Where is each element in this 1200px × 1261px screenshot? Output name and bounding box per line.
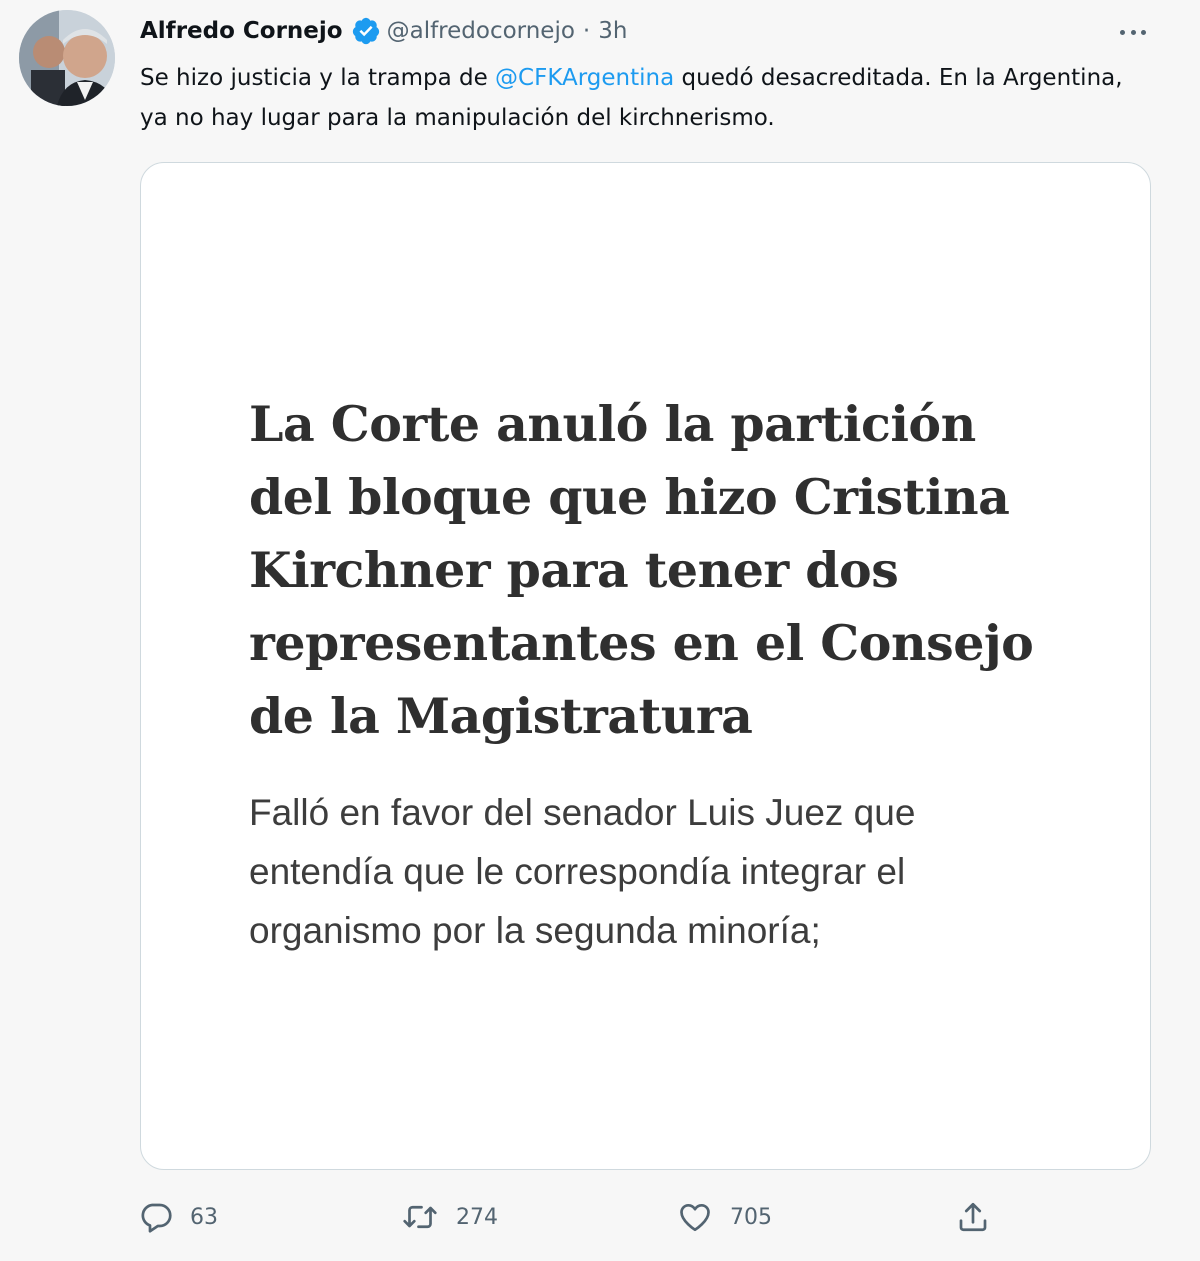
- share-button[interactable]: [955, 1195, 991, 1239]
- like-count: 705: [730, 1204, 772, 1230]
- more-options-icon[interactable]: [1114, 18, 1152, 46]
- share-icon: [959, 1202, 987, 1232]
- tweet-time[interactable]: 3h: [598, 18, 627, 44]
- retweet-button[interactable]: 274: [400, 1195, 498, 1239]
- tweet-text: Se hizo justicia y la trampa de @CFKArge…: [140, 58, 1150, 138]
- link-card[interactable]: La Corte anuló la partición del bloque q…: [140, 162, 1151, 1170]
- display-name[interactable]: Alfredo Cornejo: [140, 18, 343, 44]
- card-summary: Falló en favor del senador Luis Juez que…: [249, 792, 916, 951]
- reply-icon: [141, 1203, 172, 1233]
- tweet: Alfredo Cornejo @alfredocornejo · 3h Se …: [0, 0, 1200, 1261]
- action-bar: 63 274 705: [138, 1195, 998, 1239]
- retweet-count: 274: [456, 1204, 498, 1230]
- reply-count: 63: [190, 1204, 218, 1230]
- verified-badge-icon: [352, 17, 379, 45]
- card-headline: La Corte anuló la partición del bloque q…: [249, 395, 1034, 745]
- heart-icon: [680, 1203, 710, 1232]
- reply-button[interactable]: 63: [138, 1195, 218, 1239]
- author-handle[interactable]: @alfredocornejo: [387, 18, 575, 44]
- retweet-icon: [403, 1205, 437, 1229]
- tweet-text-part: Se hizo justicia y la trampa de: [140, 65, 496, 91]
- like-button[interactable]: 705: [676, 1195, 772, 1239]
- mention-link[interactable]: @CFKArgentina: [495, 65, 674, 91]
- tweet-header: Alfredo Cornejo @alfredocornejo · 3h: [140, 14, 627, 48]
- avatar[interactable]: [19, 10, 115, 106]
- separator-dot: ·: [582, 18, 591, 44]
